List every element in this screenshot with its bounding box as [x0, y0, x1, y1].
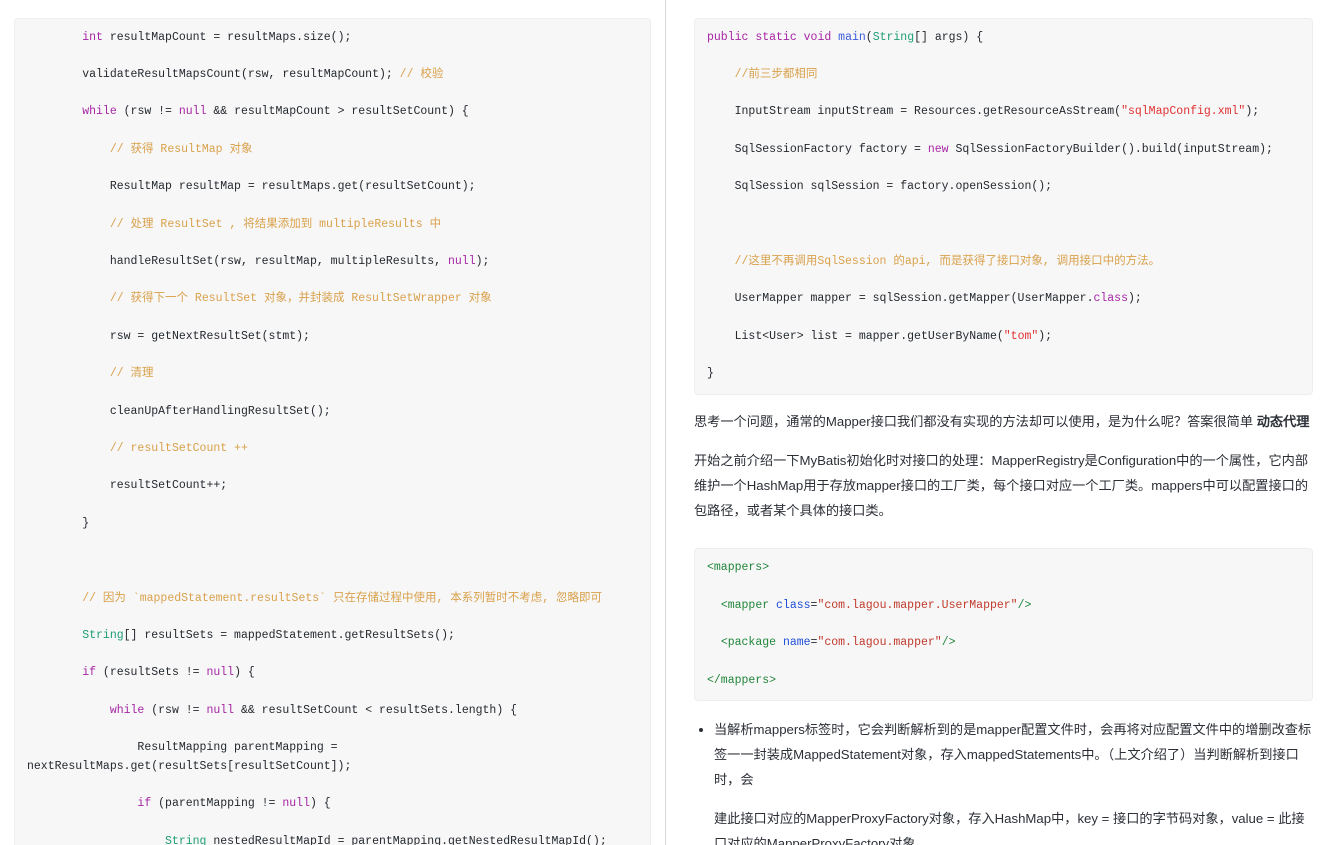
left-column: int resultMapCount = resultMaps.size(); … — [0, 0, 665, 845]
code-line: validateResultMapsCount(rsw, resultMapCo… — [27, 67, 444, 81]
code-line: //前三步都相同 — [734, 67, 818, 81]
top-spacer-left — [14, 0, 651, 6]
top-spacer-right — [694, 0, 1313, 6]
code-line: resultSetCount++; — [27, 479, 228, 493]
code-line: } — [27, 516, 90, 530]
list-item: 当解析mappers标签时，它会判断解析到的是mapper配置文件时，会再将对应… — [714, 717, 1313, 792]
code-line: public static void main(String[] args) { — [707, 30, 984, 44]
code-line: <mappers> — [707, 561, 770, 575]
code-line: // 获得 ResultMap 对象 — [109, 142, 253, 156]
code-line: SqlSession sqlSession = factory.openSess… — [707, 180, 1053, 194]
paragraph-question: 思考一个问题，通常的Mapper接口我们都没有实现的方法却可以使用，是为什么呢？… — [694, 409, 1313, 434]
right-column: public static void main(String[] args) {… — [666, 0, 1341, 845]
code-line: // 清理 — [109, 367, 154, 381]
code-block-main-method[interactable]: public static void main(String[] args) {… — [694, 17, 1313, 395]
spacer-before-xml — [694, 523, 1313, 537]
code-line: InputStream inputStream = Resources.getR… — [707, 105, 1260, 119]
code-line: //这里不再调用SqlSession 的api, 而是获得了接口对象, 调用接口… — [734, 254, 1161, 268]
paragraph-mapper-registry-intro: 开始之前介绍一下MyBatis初始化时对接口的处理：MapperRegistry… — [694, 452, 1309, 518]
code-line: SqlSessionFactory factory = new SqlSessi… — [707, 142, 1273, 156]
code-line: int resultMapCount = resultMaps.size(); — [82, 30, 352, 44]
code-line: // 获得下一个 ResultSet 对象，并封装成 ResultSetWrap… — [109, 292, 492, 306]
code-line: String nestedResultMapId = parentMapping… — [165, 834, 607, 845]
paragraph-question-text: 思考一个问题，通常的Mapper接口我们都没有实现的方法却可以使用，是为什么呢？… — [694, 413, 1257, 429]
code-line: } — [707, 367, 714, 381]
code-line: ResultMap resultMap = resultMaps.get(res… — [27, 180, 476, 194]
code-line: rsw = getNextResultSet(stmt); — [27, 329, 310, 343]
code-line: String[] resultSets = mappedStatement.ge… — [82, 628, 455, 642]
code-line: <package name="com.lagou.mapper"/> — [720, 636, 956, 650]
code-line: // 处理 ResultSet , 将结果添加到 multipleResults… — [109, 217, 442, 231]
code-line: if (resultSets != null) { — [82, 666, 255, 680]
code-line: while (rsw != null && resultSetCount < r… — [109, 703, 518, 717]
code-line: List<User> list = mapper.getUserByName("… — [707, 329, 1053, 343]
code-line: handleResultSet(rsw, resultMap, multiple… — [27, 254, 490, 268]
paragraph-question-emphasis: 动态代理 — [1256, 413, 1310, 429]
code-line: </mappers> — [707, 673, 777, 687]
code-line: if (parentMapping != null) { — [137, 797, 331, 811]
code-line: ResultMapping parentMapping = nextResult… — [27, 741, 352, 773]
code-block-handle-result-sets[interactable]: int resultMapCount = resultMaps.size(); … — [14, 17, 651, 845]
paragraph-mapper-proxy-factory: 建此接口对应的MapperProxyFactory对象，存入HashMap中，k… — [714, 811, 1305, 845]
code-line: cleanUpAfterHandlingResultSet(); — [27, 404, 331, 418]
code-line: UserMapper mapper = sqlSession.getMapper… — [707, 292, 1142, 306]
code-line: while (rsw != null && resultMapCount > r… — [82, 105, 469, 119]
code-line: // resultSetCount ++ — [109, 441, 248, 455]
bullet-list-mappers-parse: 当解析mappers标签时，它会判断解析到的是mapper配置文件时，会再将对应… — [694, 717, 1313, 792]
code-line: <mapper class="com.lagou.mapper.UserMapp… — [720, 598, 1032, 612]
code-line: // 因为 `mappedStatement.resultSets` 只在存储过… — [82, 591, 603, 605]
code-block-mappers-xml[interactable]: <mappers> <mapper class="com.lagou.mappe… — [694, 548, 1313, 702]
document-page: int resultMapCount = resultMaps.size(); … — [0, 0, 1341, 845]
